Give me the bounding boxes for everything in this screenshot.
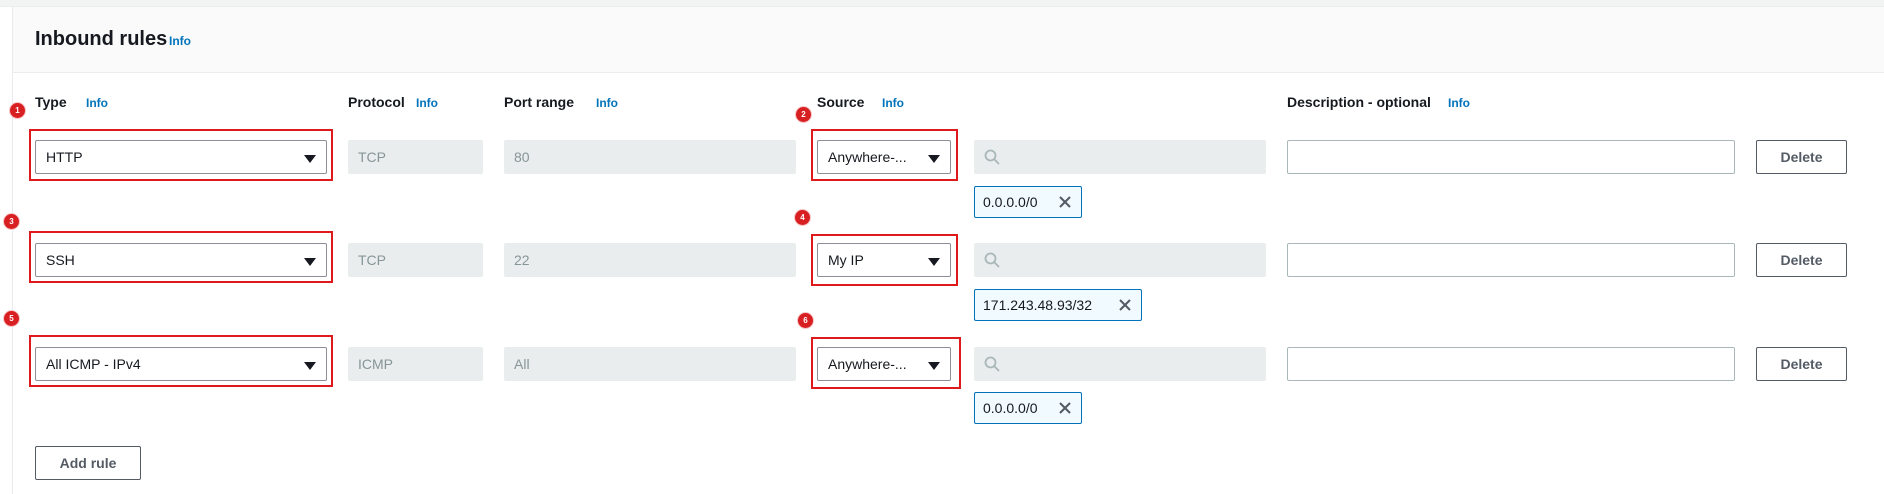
source-token-label: 0.0.0.0/0 <box>983 194 1038 210</box>
caret-down-icon <box>304 258 316 266</box>
section-title: Inbound rules <box>35 28 168 50</box>
caret-down-icon <box>304 155 316 163</box>
step-badge: 6 <box>797 312 814 329</box>
caret-down-icon <box>928 155 940 163</box>
source-select-value: Anywhere-... <box>828 356 907 372</box>
source-token: 0.0.0.0/0 <box>974 186 1082 218</box>
section-info-link[interactable]: Info <box>169 34 191 48</box>
type-select-value: All ICMP - IPv4 <box>46 356 141 372</box>
source-info-link[interactable]: Info <box>882 96 904 110</box>
column-type-label: Type <box>35 94 67 110</box>
inbound-rules-panel: Inbound rules Info Type Info Protocol In… <box>0 0 1884 494</box>
column-port-range-label: Port range <box>504 94 575 110</box>
type-info-link[interactable]: Info <box>86 96 108 110</box>
port-range-field: 80 <box>504 140 796 174</box>
source-token: 171.243.48.93/32 <box>974 289 1142 321</box>
port-range-field: 22 <box>504 243 796 277</box>
column-protocol-label: Protocol <box>348 94 405 110</box>
type-select-value: SSH <box>46 252 75 268</box>
source-select-value: My IP <box>828 252 864 268</box>
search-icon <box>984 252 1000 268</box>
type-select[interactable]: SSH <box>35 243 327 277</box>
caret-down-icon <box>304 362 316 370</box>
port-range-info-link[interactable]: Info <box>596 96 618 110</box>
search-icon <box>984 356 1000 372</box>
port-range-field: All <box>504 347 796 381</box>
source-token-label: 0.0.0.0/0 <box>983 400 1038 416</box>
source-token-label: 171.243.48.93/32 <box>983 297 1092 313</box>
delete-button[interactable]: Delete <box>1756 140 1847 174</box>
type-select[interactable]: All ICMP - IPv4 <box>35 347 327 381</box>
step-badge: 4 <box>794 209 811 226</box>
source-token: 0.0.0.0/0 <box>974 392 1082 424</box>
close-icon[interactable] <box>1057 194 1073 210</box>
caret-down-icon <box>928 362 940 370</box>
add-rule-button[interactable]: Add rule <box>35 446 141 480</box>
source-select[interactable]: My IP <box>817 243 951 277</box>
column-description-label: Description - optional <box>1287 94 1431 110</box>
description-input[interactable] <box>1287 140 1735 174</box>
description-info-link[interactable]: Info <box>1448 96 1470 110</box>
delete-button[interactable]: Delete <box>1756 347 1847 381</box>
type-select[interactable]: HTTP <box>35 140 327 174</box>
type-select-value: HTTP <box>46 149 83 165</box>
source-cidr-search[interactable] <box>974 243 1266 277</box>
description-input[interactable] <box>1287 347 1735 381</box>
delete-button[interactable]: Delete <box>1756 243 1847 277</box>
protocol-field: TCP <box>348 243 483 277</box>
source-select-value: Anywhere-... <box>828 149 907 165</box>
step-badge: 2 <box>795 106 812 123</box>
close-icon[interactable] <box>1117 297 1133 313</box>
source-select[interactable]: Anywhere-... <box>817 140 951 174</box>
source-select[interactable]: Anywhere-... <box>817 347 951 381</box>
source-cidr-search[interactable] <box>974 140 1266 174</box>
protocol-field: ICMP <box>348 347 483 381</box>
description-input[interactable] <box>1287 243 1735 277</box>
protocol-info-link[interactable]: Info <box>416 96 438 110</box>
search-icon <box>984 149 1000 165</box>
step-badge: 5 <box>3 310 20 327</box>
protocol-field: TCP <box>348 140 483 174</box>
top-strip <box>0 0 1884 7</box>
step-badge: 3 <box>3 213 20 230</box>
column-source-label: Source <box>817 94 865 110</box>
step-badge: 1 <box>9 102 26 119</box>
close-icon[interactable] <box>1057 400 1073 416</box>
caret-down-icon <box>928 258 940 266</box>
section-header: Inbound rules Info <box>13 7 1884 73</box>
panel-left-border <box>12 7 13 494</box>
source-cidr-search[interactable] <box>974 347 1266 381</box>
